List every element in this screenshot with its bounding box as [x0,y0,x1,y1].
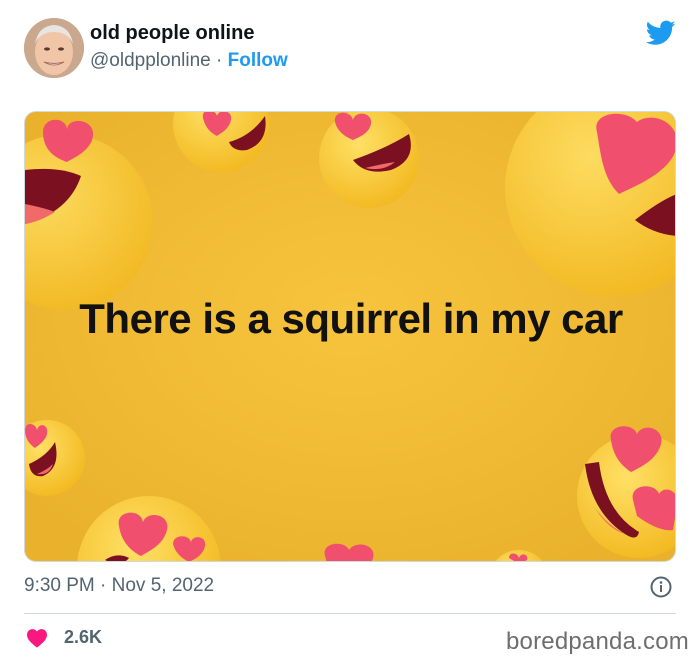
heart-icon[interactable] [26,628,48,648]
watermark: boredpanda.com [506,628,689,655]
info-icon[interactable] [650,576,672,598]
handle-line: @oldpplonline · Follow [90,50,288,72]
heart-eyes-emoji [319,112,419,208]
tweet-image[interactable]: There is a squirrel in my car [24,111,676,562]
divider [24,613,676,614]
like-count[interactable]: 2.6K [64,627,102,648]
twitter-bird-icon[interactable] [645,20,676,46]
image-caption: There is a squirrel in my car [79,295,623,342]
tweet-card: old people online @oldpplonline · Follow [0,0,700,666]
separator-dot: · [216,50,223,71]
follow-button[interactable]: Follow [228,50,288,71]
display-name[interactable]: old people online [90,22,254,45]
avatar[interactable] [24,18,84,78]
tweet-timestamp[interactable]: 9:30 PM · Nov 5, 2022 [24,575,214,597]
user-handle[interactable]: @oldpplonline [90,50,211,71]
